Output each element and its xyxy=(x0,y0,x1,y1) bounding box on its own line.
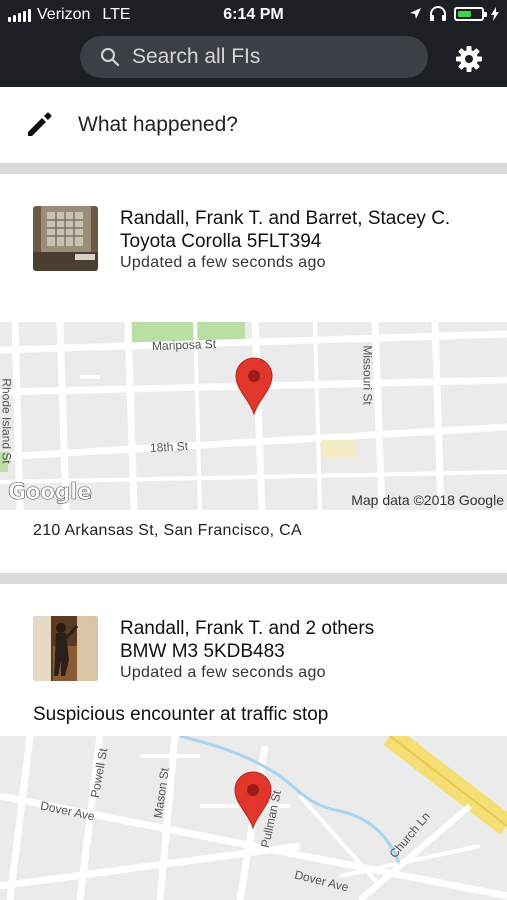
headphones-icon xyxy=(430,6,446,21)
card-updated: Updated a few seconds ago xyxy=(120,664,326,681)
google-logo: Google xyxy=(8,480,93,506)
location-map[interactable]: Mariposa St Missouri St Rhode Island St … xyxy=(0,322,507,510)
fi-card[interactable]: Randall, Frank T. and 2 others BMW M3 5K… xyxy=(0,584,507,900)
location-icon xyxy=(410,8,421,19)
card-vehicle: BMW M3 5KDB483 xyxy=(120,641,285,662)
map-street-label: 18th St xyxy=(149,439,189,455)
card-address: 210 Arkansas St, San Francisco, CA xyxy=(33,522,302,539)
status-bar: Verizon LTE 6:14 PM xyxy=(0,0,507,30)
card-thumbnail xyxy=(33,616,98,681)
charging-icon xyxy=(491,6,499,21)
card-names: Randall, Frank T. and 2 others xyxy=(120,618,375,639)
gear-icon[interactable] xyxy=(454,44,484,74)
map-attribution: Map data ©2018 Google xyxy=(351,492,504,508)
card-updated: Updated a few seconds ago xyxy=(120,254,326,271)
what-happened-input[interactable]: What happened? xyxy=(0,87,507,163)
card-description: Suspicious encounter at traffic stop xyxy=(33,704,329,725)
section-divider xyxy=(0,163,507,174)
fi-card[interactable]: Randall, Frank T. and Barret, Stacey C. … xyxy=(0,174,507,573)
search-bar[interactable]: Search all FIs xyxy=(80,36,428,78)
card-thumbnail xyxy=(33,206,98,271)
card-names: Randall, Frank T. and Barret, Stacey C. xyxy=(120,208,451,229)
battery-icon xyxy=(454,6,487,21)
section-divider xyxy=(0,573,507,584)
map-pin-icon xyxy=(235,357,273,416)
map-street-label: Rhode Island St xyxy=(0,378,14,464)
search-icon xyxy=(101,48,120,67)
map-pin-icon xyxy=(234,771,272,830)
map-street-label: Mariposa St xyxy=(151,336,217,354)
location-map[interactable]: Powell St Mason St Dover Ave Pullman St … xyxy=(0,736,507,900)
what-happened-prompt: What happened? xyxy=(78,113,238,136)
card-vehicle: Toyota Corolla 5FLT394 xyxy=(120,231,322,252)
search-placeholder: Search all FIs xyxy=(132,45,261,68)
map-street-label: Missouri St xyxy=(360,345,375,405)
app-header: Verizon LTE 6:14 PM Search all FIs xyxy=(0,0,507,87)
pencil-icon xyxy=(28,112,52,136)
